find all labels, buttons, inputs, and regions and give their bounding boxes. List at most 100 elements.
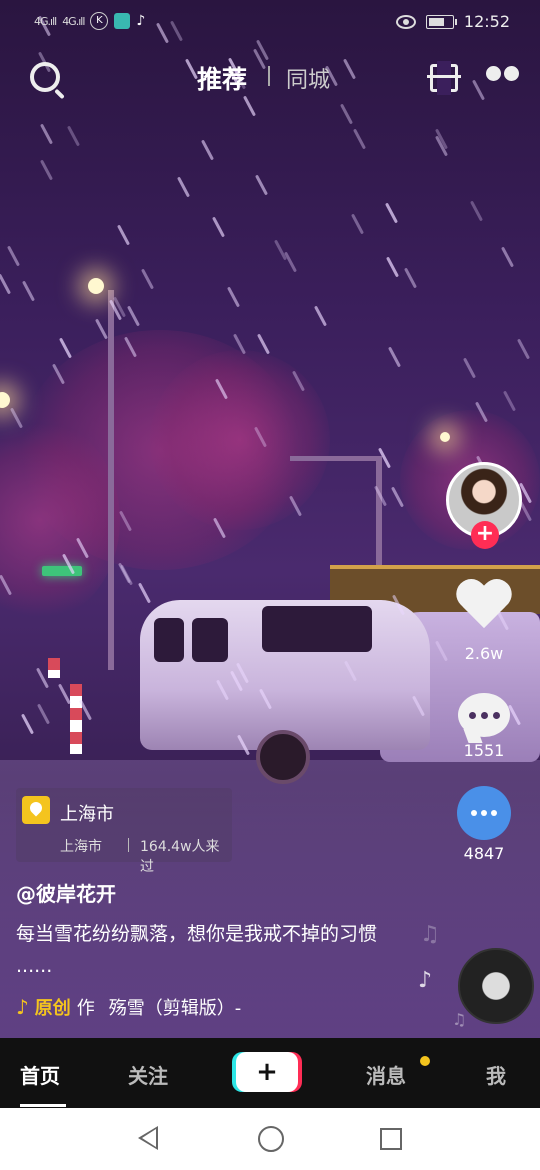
music-disc-icon[interactable] <box>458 948 534 1024</box>
nav-following[interactable]: 关注 <box>128 1060 168 1089</box>
snowflake <box>21 713 34 735</box>
snowflake <box>255 174 268 196</box>
snowflake <box>40 159 53 181</box>
tab-divider <box>268 66 270 86</box>
bollard <box>48 658 60 678</box>
van-window <box>154 618 184 662</box>
snowflake <box>351 213 364 235</box>
battery-fill <box>428 17 445 26</box>
snowflake <box>314 305 327 327</box>
snowflake <box>463 357 476 379</box>
location-name: 上海市 <box>60 804 114 825</box>
snowflake <box>127 305 140 327</box>
snowflake <box>141 268 154 290</box>
post-caption: 每当雪花纷纷飘落，想你是我戒不掉的习惯 ...... <box>16 923 378 977</box>
tab-city[interactable]: 同城 <box>286 62 330 94</box>
snowflake <box>95 318 108 340</box>
back-icon[interactable] <box>138 1126 158 1150</box>
location-city: 上海市 <box>60 839 102 855</box>
snowflake <box>117 224 130 246</box>
music-row[interactable]: ♪ 原创 作 殇雪（剪辑版）- <box>16 994 241 1020</box>
van-windshield <box>262 606 372 652</box>
nav-home-indicator <box>20 1104 66 1107</box>
location-visitors: 164.4w人来过 <box>140 839 220 875</box>
shop-sign <box>42 566 82 576</box>
street-lamp <box>440 432 450 442</box>
create-button[interactable]: + <box>236 1052 298 1092</box>
action-column: + 2.6w 1551 4847 <box>446 462 522 863</box>
street-lamp <box>0 392 10 408</box>
tab-recommend[interactable]: 推荐 <box>197 60 247 96</box>
snowflake <box>385 202 398 224</box>
snowflake <box>59 337 72 359</box>
snowflake <box>386 256 399 278</box>
app-notification-icon <box>114 13 131 29</box>
k-icon: K <box>90 12 109 30</box>
comment-count: 1551 <box>463 741 505 760</box>
clock: 12:52 <box>463 12 510 31</box>
home-icon[interactable] <box>258 1126 284 1152</box>
snowflake <box>517 338 530 360</box>
snowflake <box>388 346 401 368</box>
search-icon[interactable] <box>30 62 60 92</box>
status-bar: 4G.ıll 4G.ıll K ♪ 12:52 <box>0 0 540 44</box>
snowflake <box>22 280 35 302</box>
dots-icon[interactable] <box>486 66 519 81</box>
snowflake <box>0 273 11 295</box>
location-tag[interactable]: 上海市 上海市 164.4w人来过 <box>16 788 232 875</box>
snowflake <box>501 246 514 268</box>
snowflake <box>201 139 214 161</box>
snowflake <box>284 251 297 273</box>
like-count: 2.6w <box>464 644 504 663</box>
snowflake <box>40 123 53 145</box>
heart-icon[interactable] <box>454 580 514 640</box>
snow-covered-van <box>140 580 440 784</box>
nav-home[interactable]: 首页 <box>20 1060 60 1089</box>
battery-icon <box>425 14 457 29</box>
top-bar: 推荐 同城 <box>0 52 540 102</box>
snowflake <box>274 239 287 261</box>
snowflake <box>7 245 20 267</box>
snowflake <box>340 103 353 125</box>
bollard <box>70 684 82 754</box>
system-nav-bar <box>0 1108 540 1170</box>
music-note-icon: ♪ <box>16 995 29 1019</box>
nav-me[interactable]: 我 <box>486 1060 506 1089</box>
scan-icon[interactable] <box>427 61 461 95</box>
snowflake <box>37 703 50 725</box>
signal-icon: 4G.ıll <box>34 14 57 28</box>
share-count: 4847 <box>463 844 505 863</box>
nav-messages[interactable]: 消息 <box>366 1060 406 1089</box>
music-prefix: 作 <box>76 998 95 1019</box>
snowflake <box>404 267 417 289</box>
signal-icon: 4G.ıll <box>62 14 85 28</box>
snowflake <box>227 286 240 308</box>
share-icon[interactable] <box>457 786 511 840</box>
music-title: 殇雪（剪辑版）- <box>108 998 242 1019</box>
comment-icon[interactable] <box>458 693 510 737</box>
location-separator <box>128 838 129 852</box>
tiktok-notification-icon: ♪ <box>136 13 146 29</box>
location-pin-icon <box>22 796 50 824</box>
status-right: 12:52 <box>395 12 510 31</box>
recent-apps-icon[interactable] <box>380 1128 402 1150</box>
snowflake <box>503 390 516 412</box>
snowflake <box>177 176 190 198</box>
eye-icon <box>395 14 416 29</box>
van-window <box>192 618 228 662</box>
street-lamp <box>88 278 104 294</box>
status-left: 4G.ıll 4G.ıll K ♪ <box>34 12 145 30</box>
bottom-nav: 首页 关注 + 消息 我 <box>0 1038 540 1108</box>
tree-blossom <box>150 350 330 530</box>
signal-arm <box>290 456 380 461</box>
author-avatar[interactable]: + <box>446 462 522 549</box>
van-wheel <box>256 730 310 784</box>
snowflake <box>353 128 366 150</box>
snowflake <box>67 125 80 147</box>
message-badge <box>420 1056 430 1066</box>
floating-note-icon: ♪ <box>418 968 433 993</box>
snowflake <box>212 216 225 238</box>
street-pole <box>108 290 114 670</box>
author-name[interactable]: @彼岸花开 <box>16 878 116 907</box>
follow-button[interactable]: + <box>471 521 499 549</box>
